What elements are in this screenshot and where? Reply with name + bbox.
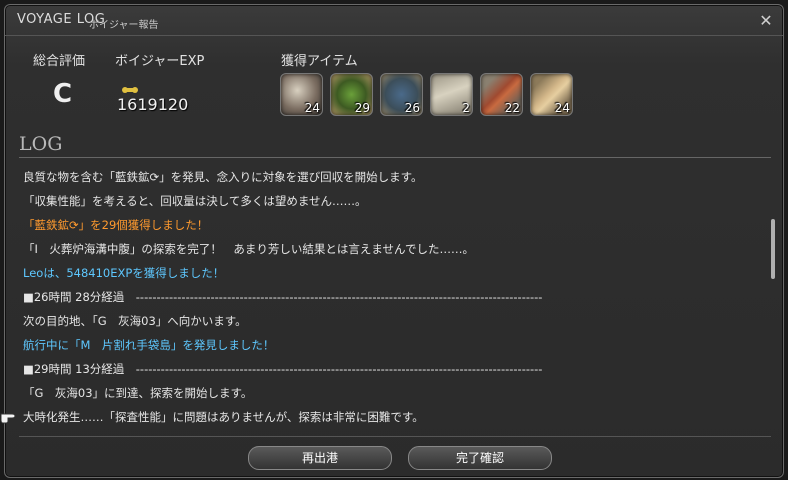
- log-line: 「G 灰海03」に到達、探索を開始します。: [23, 386, 253, 400]
- log-line: ■29時間 13分経過 ----------------------------…: [23, 362, 543, 376]
- log-line: 航行中に「M 片割れ手袋島」を発見しました！: [23, 338, 275, 352]
- items-label: 獲得アイテム: [281, 54, 358, 69]
- log-line: Leoは、548410EXPを獲得しました！: [23, 266, 225, 280]
- log-line: 次の目的地、「G 灰海03」へ向かいます。: [23, 314, 247, 328]
- log-line: 大時化発生……「探査性能」に問題はありませんが、探索は非常に困難です。: [23, 410, 424, 424]
- redeploy-button[interactable]: 再出港: [248, 446, 392, 470]
- item-qty: 26: [404, 101, 420, 115]
- bottom-divider: [19, 436, 771, 437]
- log-list[interactable]: 良質な物を含む「藍鉄鉱⟳」を発見、念入りに対象を選び回収を開始します。 「収集性…: [23, 165, 763, 433]
- finalize-button[interactable]: 完了確認: [408, 446, 552, 470]
- title-bar[interactable]: VOYAGE LOG ボイジャー報告 ✕: [5, 5, 783, 36]
- item-qty: 24: [554, 101, 570, 115]
- item-qty: 24: [304, 101, 320, 115]
- item-qty: 29: [354, 101, 370, 115]
- reward-items: 24 29 26 2 22 24: [280, 73, 573, 116]
- log-tan-icon[interactable]: 24: [530, 73, 573, 116]
- log-red-icon[interactable]: 22: [480, 73, 523, 116]
- exp-label: ボイジャーEXP: [115, 54, 205, 69]
- item-qty: 2: [462, 101, 470, 115]
- voyage-log-window: VOYAGE LOG ボイジャー報告 ✕ 総合評価 ボイジャーEXP 獲得アイテ…: [4, 4, 784, 478]
- hand-pointer-icon: [0, 413, 16, 424]
- grade-label: 総合評価: [33, 54, 86, 69]
- log-title: LOG: [19, 133, 63, 155]
- green-mineral-icon[interactable]: 29: [330, 73, 373, 116]
- exp-icon: [122, 87, 138, 93]
- log-line: 「藍鉄鉱⟳」を29個獲得しました！: [23, 218, 209, 232]
- log-line: 「収集性能」を考えると、回収量は決して多くは望めません……。: [23, 194, 367, 208]
- log-scrollbar[interactable]: [771, 219, 775, 279]
- log-line: ■26時間 28分経過 ----------------------------…: [23, 290, 543, 304]
- grade-value: C: [53, 79, 73, 109]
- log-divider: [19, 157, 771, 158]
- blue-ore-icon[interactable]: 26: [380, 73, 423, 116]
- log-line: 「I 火葬炉海溝中腹」の探索を完了！ あまり芳しい結果とは言えませんでした……。: [23, 242, 474, 256]
- window-subtitle: ボイジャー報告: [89, 20, 159, 31]
- ore-sphere-icon[interactable]: 24: [280, 73, 323, 116]
- crystal-icon[interactable]: 2: [430, 73, 473, 116]
- close-icon[interactable]: ✕: [755, 9, 777, 31]
- item-qty: 22: [504, 101, 520, 115]
- exp-value: 1619120: [117, 95, 189, 114]
- log-line: 良質な物を含む「藍鉄鉱⟳」を発見、念入りに対象を選び回収を開始します。: [23, 170, 423, 184]
